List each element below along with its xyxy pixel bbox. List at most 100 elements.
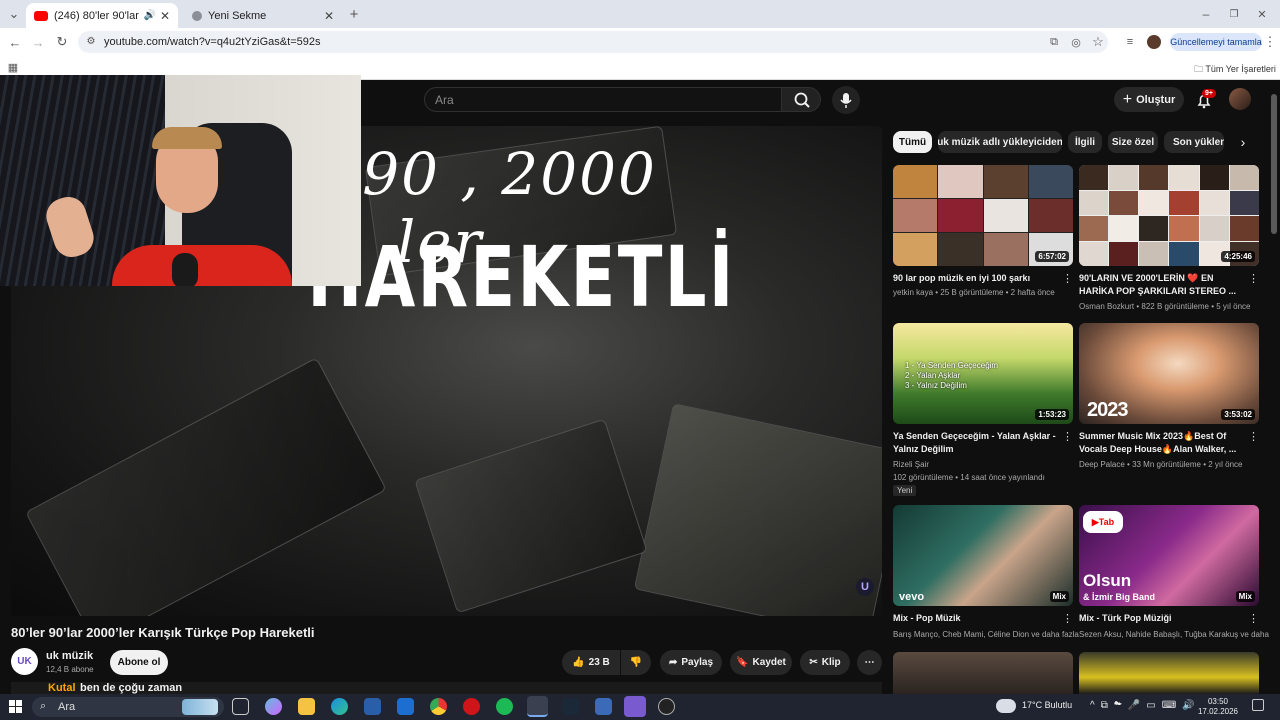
clip-button[interactable]: ✂ Klip <box>800 650 850 675</box>
recommendation-card[interactable]: 1 - Ya Senden Geçeceğim 2 - Yalan Aşklar… <box>893 323 1073 498</box>
subscribe-button[interactable]: Abone ol <box>110 650 168 675</box>
opera-icon[interactable] <box>463 698 480 715</box>
recommendation-card[interactable]: ▶Tab Olsun & İzmir Big Band Mix Mix - Tü… <box>1079 505 1270 650</box>
search-input[interactable]: Ara <box>424 87 782 112</box>
video-thumbnail[interactable]: 2023 3:53:02 <box>1079 323 1259 424</box>
clock[interactable]: 03:50 17.02.2026 <box>1192 697 1244 717</box>
rec-channel[interactable]: Rizeli Şair <box>893 459 1073 471</box>
tab-new-tab[interactable]: Yeni Sekme ✕ <box>184 3 342 28</box>
edge-icon[interactable] <box>331 698 348 715</box>
obs-icon[interactable] <box>658 698 675 715</box>
install-app-icon[interactable]: ⧉ <box>1046 34 1062 50</box>
copilot-icon[interactable] <box>265 698 282 715</box>
more-vertical-icon[interactable]: ⋮ <box>1248 272 1259 285</box>
reading-list-icon[interactable]: ≡ <box>1122 34 1138 50</box>
notification-center-icon[interactable] <box>1252 699 1264 711</box>
recommendation-card[interactable]: 6:57:02 90 lar pop müzik en iyi 100 şark… <box>893 165 1073 315</box>
filter-chip-for-you[interactable]: Size özel <box>1108 131 1158 153</box>
rec-channel[interactable]: Sezen Aksu, Nahide Babaşlı, Tuğba Karaku… <box>1079 629 1270 641</box>
apps-grid-icon[interactable]: ▦ <box>6 60 20 74</box>
dislike-button[interactable]: 👎 <box>621 650 651 675</box>
page-scrollbar[interactable] <box>1271 94 1277 234</box>
eye-slash-icon[interactable]: ◎ <box>1068 34 1084 50</box>
filter-chip-related[interactable]: İlgili <box>1068 131 1102 153</box>
thumbnail-collage[interactable]: 6:57:02 <box>893 165 1073 266</box>
update-button[interactable]: Güncellemeyi tamamla <box>1170 33 1262 51</box>
new-badge: Yeni <box>893 485 917 496</box>
more-vertical-icon[interactable]: ⋮ <box>1248 612 1259 625</box>
notifications-button[interactable]: 9+ <box>1192 88 1216 112</box>
close-tab-icon[interactable]: ✕ <box>160 9 170 23</box>
video-thumbnail-partial[interactable] <box>1079 652 1259 694</box>
close-window-icon[interactable]: ✕ <box>1254 6 1270 22</box>
like-button[interactable]: 👍 23 B <box>562 650 620 675</box>
app-icon[interactable] <box>595 698 612 715</box>
tray-icons[interactable]: ^⧉☁🎤▭⌨🔊 <box>1090 700 1201 711</box>
more-vertical-icon[interactable]: ⋮ <box>1062 272 1073 285</box>
more-vertical-icon[interactable]: ⋮ <box>1062 430 1073 443</box>
site-info-icon[interactable]: ⚙ <box>84 34 98 48</box>
more-actions-button[interactable]: ⋯ <box>857 650 882 675</box>
rec-channel[interactable]: Deep Palace <box>1079 460 1125 469</box>
tab-youtube-active[interactable]: (246) 80'ler 90'lar 2000'ler I 🔊 ✕ <box>26 3 178 28</box>
forward-arrow-icon[interactable]: → <box>30 34 46 50</box>
address-bar[interactable]: ⚙ youtube.com/watch?v=q4u2tYziGas&t=592s <box>78 31 1108 53</box>
profile-avatar[interactable] <box>1147 35 1161 49</box>
restore-icon[interactable]: ❐ <box>1226 6 1242 22</box>
store-icon[interactable] <box>364 698 381 715</box>
video-thumbnail[interactable]: ▶Tab Olsun & İzmir Big Band Mix <box>1079 505 1259 606</box>
chevron-right-icon[interactable]: › <box>1232 131 1254 153</box>
steam-icon[interactable] <box>562 698 579 715</box>
rec-title: Summer Music Mix 2023🔥Best Of Vocals Dee… <box>1079 431 1237 454</box>
tab-search-chevron-icon[interactable]: ⌄ <box>6 6 22 22</box>
chrome-active-icon[interactable] <box>527 696 548 717</box>
back-arrow-icon[interactable]: ← <box>7 34 23 50</box>
windows-start-icon[interactable] <box>9 700 23 714</box>
mail-icon[interactable] <box>397 698 414 715</box>
channel-avatar[interactable]: UK <box>11 648 38 675</box>
video-thumbnail[interactable]: 1 - Ya Senden Geçeceğim 2 - Yalan Aşklar… <box>893 323 1073 424</box>
reload-icon[interactable]: ↻ <box>54 34 70 50</box>
account-avatar[interactable] <box>1229 88 1251 110</box>
weather-text[interactable]: 17°C Bulutlu <box>1022 700 1072 710</box>
rec-channel[interactable]: Osman Bozkurt <box>1079 302 1134 311</box>
more-vertical-icon[interactable]: ⋮ <box>1062 612 1073 625</box>
share-button[interactable]: ➦ Paylaş <box>660 650 722 675</box>
recommendation-card[interactable]: 4:25:46 90'LARIN VE 2000'LERİN ❤️ EN HAR… <box>1079 165 1259 315</box>
new-tab-plus-icon[interactable]: + <box>346 6 362 23</box>
file-explorer-icon[interactable] <box>298 698 315 715</box>
video-thumbnail[interactable]: vevo Mix <box>893 505 1073 606</box>
all-bookmarks[interactable]: 🗀 Tüm Yer İşaretleri <box>1194 62 1276 78</box>
kebab-menu-icon[interactable]: ⋮ <box>1264 34 1277 50</box>
rec-channel[interactable]: Barış Manço, Cheb Mami, Céline Dion ve d… <box>893 629 1079 641</box>
thumbnail-collage[interactable]: 4:25:46 <box>1079 165 1259 266</box>
video-thumbnail-partial[interactable] <box>893 652 1073 694</box>
more-vertical-icon[interactable]: ⋮ <box>1248 430 1259 443</box>
voice-search-button[interactable] <box>832 86 860 114</box>
discord-icon[interactable] <box>624 696 646 717</box>
save-button[interactable]: 🔖 Kaydet <box>730 650 792 675</box>
search-button[interactable] <box>781 87 821 112</box>
minimize-icon[interactable]: – <box>1198 6 1214 22</box>
filter-chip-uploader[interactable]: uk müzik adlı yükleyiciden <box>938 131 1062 153</box>
comment-author[interactable]: Kutal <box>48 682 76 694</box>
channel-name[interactable]: uk müzik <box>46 650 93 662</box>
duration-badge: 1:53:23 <box>1035 409 1069 420</box>
taskbar-search[interactable]: ⌕ Ara <box>32 697 224 717</box>
recommendation-card[interactable]: vevo Mix Mix - Pop Müzik ⋮ Barış Manço, … <box>893 505 1079 650</box>
rec-stats: 102 görüntüleme • 14 saat önce yayınland… <box>893 473 1045 482</box>
spotify-icon[interactable] <box>496 698 513 715</box>
filter-chip-recent[interactable]: Son yüklenenler <box>1164 131 1224 153</box>
filter-chip-all[interactable]: Tümü <box>893 131 932 153</box>
bookmark-star-icon[interactable]: ☆ <box>1090 34 1106 50</box>
chrome-icon[interactable] <box>430 698 447 715</box>
webcam-overlay <box>0 75 361 286</box>
duration-badge: 3:53:02 <box>1221 409 1255 420</box>
recommendation-card[interactable]: 2023 3:53:02 Summer Music Mix 2023🔥Best … <box>1079 323 1259 473</box>
channel-watermark-icon[interactable]: U <box>856 578 874 596</box>
create-button[interactable]: + Oluştur <box>1114 87 1184 112</box>
close-tab-icon[interactable]: ✕ <box>324 9 334 23</box>
rec-channel[interactable]: yetkin kaya <box>893 288 933 297</box>
save-bookmark-icon: 🔖 <box>736 657 749 668</box>
task-view-icon[interactable] <box>232 698 249 715</box>
